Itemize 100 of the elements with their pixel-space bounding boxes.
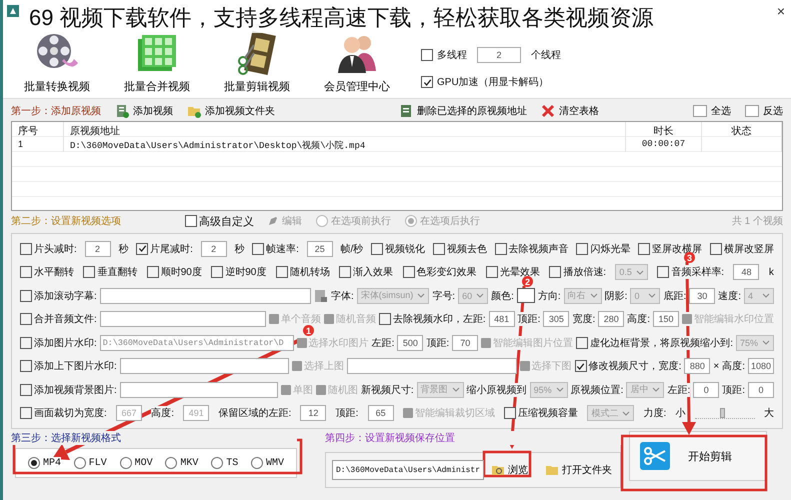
start-button[interactable]: 开始剪辑 [629, 431, 767, 481]
text-field[interactable] [100, 288, 311, 304]
checkbox[interactable] [20, 384, 32, 396]
radio-button[interactable] [405, 215, 417, 227]
checkbox[interactable] [486, 266, 498, 278]
checkbox[interactable] [136, 242, 148, 255]
checkbox[interactable] [20, 336, 32, 349]
radio-label: 在选项前执行 [331, 214, 391, 228]
text-field[interactable]: D:\360MoveData\Users\Administrator\D [100, 334, 294, 351]
checkbox[interactable] [494, 242, 507, 255]
number-field[interactable]: 70 [452, 334, 478, 351]
number-field[interactable]: 0 [693, 382, 720, 398]
text-field[interactable] [347, 358, 517, 374]
checkbox[interactable] [252, 242, 264, 255]
column-header: 序号 [12, 122, 64, 137]
path-field[interactable]: D:\360MoveData\Users\Administr [332, 460, 484, 480]
number-field[interactable]: 25 [306, 240, 333, 257]
radio-button[interactable] [316, 215, 328, 227]
table-cell: D:\360MoveData\Users\Administrator\Desktop\视频\小院.mp4 [64, 137, 626, 152]
slider[interactable] [694, 408, 755, 419]
number-field[interactable]: 48 [733, 264, 760, 280]
radio-label: 在选项后执行 [420, 214, 480, 228]
checkbox[interactable] [710, 242, 722, 255]
number-field[interactable]: 500 [397, 334, 424, 351]
checkbox[interactable] [402, 266, 414, 278]
number-field[interactable]: 65 [368, 405, 394, 422]
checkbox[interactable] [20, 407, 32, 420]
option-label: k [768, 266, 774, 278]
color-swatch[interactable] [516, 288, 535, 304]
checkbox[interactable] [378, 313, 391, 326]
checkbox[interactable] [371, 242, 384, 255]
checkbox[interactable] [20, 290, 32, 302]
checkbox[interactable] [574, 360, 587, 372]
checkbox[interactable] [83, 266, 96, 278]
checkbox[interactable] [20, 313, 32, 326]
checkbox[interactable] [339, 266, 352, 278]
scissors-icon [640, 442, 670, 470]
number-field[interactable]: 0 [748, 382, 774, 398]
checkbox[interactable] [211, 266, 224, 278]
option-label: 顶距: [518, 312, 540, 326]
checkbox[interactable] [20, 242, 32, 255]
option-label: 左距: [372, 336, 394, 350]
close-button[interactable]: × [776, 3, 785, 19]
radio-button[interactable] [28, 457, 40, 469]
number-field[interactable]: 305 [543, 311, 570, 328]
caret-icon [652, 387, 660, 392]
checkbox[interactable] [576, 336, 588, 349]
number-field[interactable]: 150 [653, 311, 679, 328]
checkbox[interactable] [146, 266, 159, 278]
caret-icon [556, 387, 564, 392]
toolbar-button[interactable]: 批量转换视频 [17, 31, 97, 94]
number-field[interactable]: 2 [200, 240, 227, 257]
checkbox[interactable] [20, 360, 32, 372]
browse-button[interactable]: 浏览 [490, 461, 530, 479]
checkbox[interactable] [657, 266, 670, 278]
caret-icon [762, 293, 770, 298]
open-folder-button[interactable]: 打开文件夹 [544, 461, 614, 479]
toolbar-button[interactable]: 批量剪辑视频 [217, 31, 297, 94]
number-field[interactable]: 2 [477, 47, 521, 63]
text-field[interactable] [100, 311, 266, 328]
radio-button[interactable] [120, 457, 132, 469]
toolbar-button[interactable]: 添加视频文件夹 [187, 104, 275, 118]
checkbox[interactable] [421, 49, 433, 61]
checkbox[interactable] [276, 266, 288, 278]
toolbar-button[interactable]: 批量合并视频 [117, 31, 197, 94]
checkbox[interactable] [185, 215, 197, 227]
checkbox[interactable] [549, 266, 562, 278]
radio-button[interactable] [74, 457, 86, 469]
radio-button[interactable] [211, 457, 224, 469]
select-button[interactable]: 全选 [693, 104, 731, 118]
text-field[interactable] [120, 382, 278, 398]
toolbar-button[interactable]: 添加视频 [115, 104, 173, 118]
step-title: 第四步：设置新视频保存位置 [325, 431, 621, 445]
select-button[interactable]: 反选 [745, 104, 783, 118]
checkbox[interactable] [576, 242, 588, 255]
table-cell: 00:00:07 [626, 137, 702, 152]
toolbar-button[interactable]: 会员管理中心 [317, 31, 397, 94]
checkbox[interactable] [421, 76, 433, 88]
number-field[interactable]: 1080 [748, 358, 774, 374]
toolbar-button[interactable]: 删除已选择的原视频地址 [399, 104, 527, 118]
number-field[interactable]: 2 [84, 240, 111, 257]
number-field[interactable]: 12 [300, 405, 326, 422]
checkbox-label: 帧速率: [266, 242, 299, 256]
checkbox[interactable] [504, 407, 516, 420]
radio-button[interactable] [165, 457, 178, 469]
radio-label: WMV [266, 458, 284, 468]
checkbox[interactable] [20, 266, 32, 278]
number-field[interactable]: 30 [689, 288, 716, 304]
number-field[interactable]: 880 [684, 358, 710, 374]
caret-icon [636, 270, 644, 275]
slider-thumb[interactable] [720, 408, 724, 418]
radio-label: MP4 [43, 458, 62, 468]
number-field[interactable]: 280 [598, 311, 624, 328]
toolbar-button[interactable]: 清空表格 [541, 104, 599, 118]
checkbox[interactable] [432, 242, 445, 255]
checkbox[interactable] [638, 242, 650, 255]
radio-button[interactable] [250, 457, 263, 469]
number-field[interactable]: 481 [488, 311, 515, 328]
text-field[interactable] [120, 358, 290, 374]
document-icon [399, 104, 413, 118]
